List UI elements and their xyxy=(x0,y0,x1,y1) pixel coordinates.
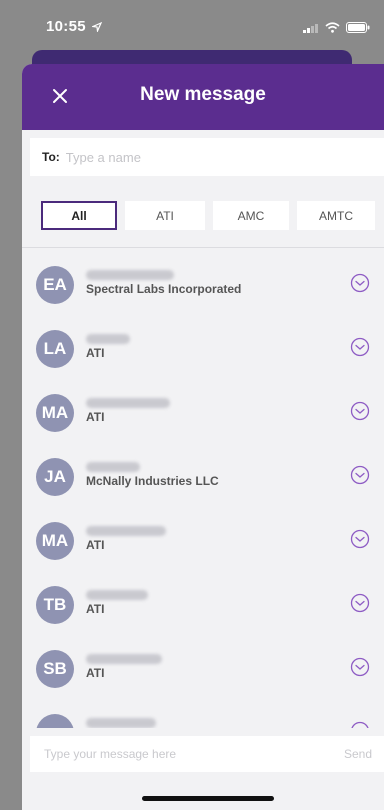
chevron-down-circle-icon[interactable] xyxy=(350,593,370,613)
new-message-sheet: New message To: All ATI AMC AMTC EA Spec… xyxy=(22,64,384,810)
filter-tab-amc[interactable]: AMC xyxy=(213,201,289,230)
chevron-down-circle-icon[interactable] xyxy=(350,721,370,728)
chevron-down-circle-icon[interactable] xyxy=(350,657,370,677)
contact-org: Spectral Labs Incorporated xyxy=(86,282,242,296)
contact-row[interactable]: MA ATI xyxy=(22,386,384,450)
contact-row[interactable]: TB ATI xyxy=(22,578,384,642)
wifi-icon xyxy=(325,20,340,37)
contact-org: ATI xyxy=(86,538,105,552)
contact-name-redacted xyxy=(86,270,174,280)
contact-name-redacted xyxy=(86,526,166,536)
location-arrow-icon xyxy=(90,19,103,36)
status-icons xyxy=(303,20,370,37)
contact-row[interactable]: LA ATI xyxy=(22,322,384,386)
avatar: TB xyxy=(36,586,74,624)
to-label: To: xyxy=(42,150,60,164)
recipient-field[interactable]: To: xyxy=(30,138,384,176)
contact-row[interactable]: MA ATI xyxy=(22,514,384,578)
contact-org: ATI xyxy=(86,602,105,616)
status-bar: 10:55 xyxy=(0,0,384,44)
contact-name-redacted xyxy=(86,654,162,664)
filter-tab-amtc[interactable]: AMTC xyxy=(297,201,375,230)
signal-icon xyxy=(303,20,319,37)
contact-org: ATI xyxy=(86,666,105,680)
avatar: LA xyxy=(36,330,74,368)
contact-row[interactable] xyxy=(22,706,384,728)
contact-name-redacted xyxy=(86,718,156,728)
contact-name-redacted xyxy=(86,334,130,344)
chevron-down-circle-icon[interactable] xyxy=(350,529,370,549)
chevron-down-circle-icon[interactable] xyxy=(350,273,370,293)
avatar: JA xyxy=(36,458,74,496)
page-title: New message xyxy=(140,84,266,105)
contact-org: McNally Industries LLC xyxy=(86,474,219,488)
contact-name-redacted xyxy=(86,590,148,600)
contact-row[interactable]: EA Spectral Labs Incorporated xyxy=(22,258,384,322)
recipient-input[interactable] xyxy=(63,148,348,166)
avatar: SB xyxy=(36,650,74,688)
header: New message xyxy=(22,64,384,130)
home-indicator xyxy=(142,796,274,801)
contact-row[interactable]: SB ATI xyxy=(22,642,384,706)
chevron-down-circle-icon[interactable] xyxy=(350,337,370,357)
contact-org: ATI xyxy=(86,410,105,424)
avatar: EA xyxy=(36,266,74,304)
contact-row[interactable]: JA McNally Industries LLC xyxy=(22,450,384,514)
avatar: MA xyxy=(36,394,74,432)
filter-tab-all[interactable]: All xyxy=(41,201,117,230)
avatar xyxy=(36,714,74,728)
battery-icon xyxy=(346,20,370,37)
status-time: 10:55 xyxy=(46,18,86,35)
compose-bar[interactable]: Send xyxy=(30,736,384,772)
send-button[interactable]: Send xyxy=(344,747,372,761)
message-input[interactable] xyxy=(42,746,316,762)
contact-name-redacted xyxy=(86,462,140,472)
contact-name-redacted xyxy=(86,398,170,408)
contact-list: EA Spectral Labs Incorporated LA ATI MA … xyxy=(22,248,384,728)
filter-tab-ati[interactable]: ATI xyxy=(125,201,205,230)
filter-tabs: All ATI AMC AMTC xyxy=(22,201,384,231)
contact-org: ATI xyxy=(86,346,105,360)
avatar: MA xyxy=(36,522,74,560)
chevron-down-circle-icon[interactable] xyxy=(350,401,370,421)
chevron-down-circle-icon[interactable] xyxy=(350,465,370,485)
